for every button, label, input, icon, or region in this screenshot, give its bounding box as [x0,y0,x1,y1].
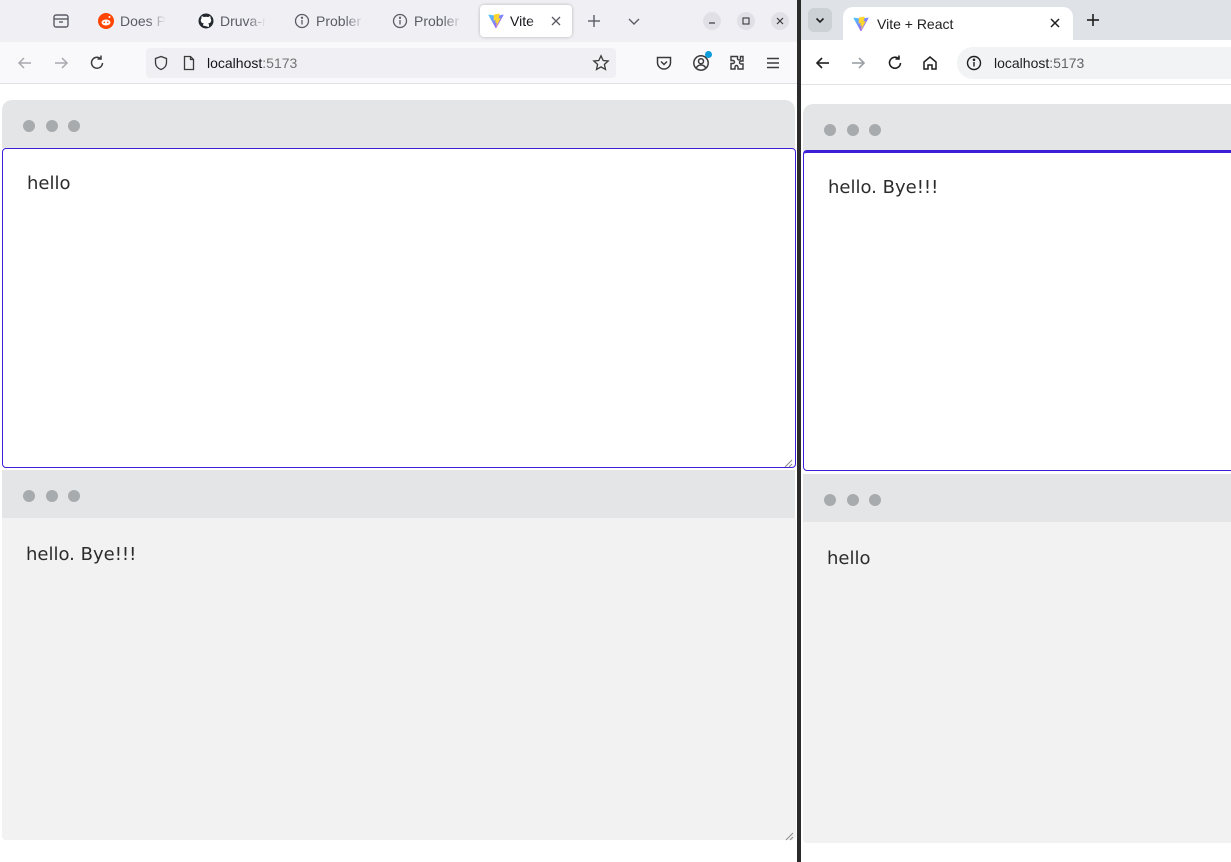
window-dot [46,490,58,502]
tab-overview-icon[interactable] [52,12,70,30]
reload-icon[interactable] [886,54,904,72]
forward-icon[interactable] [52,54,70,72]
editor-textarea[interactable]: hello. Bye!!! [803,150,1231,471]
preview-pane-header [2,470,795,518]
close-window-icon[interactable] [771,12,789,30]
tab-title: Probler [414,13,460,29]
chrome-omnibox[interactable]: localhost:5173 [957,47,1231,79]
back-icon[interactable] [16,54,34,72]
preview-text: hello [827,548,871,569]
new-tab-icon[interactable] [586,13,602,29]
url-text: localhost:5173 [207,55,297,71]
firefox-tab-problem-2[interactable]: Probler [384,5,474,37]
extensions-icon[interactable] [728,54,746,72]
firefox-tab-vite[interactable]: Vite [480,5,572,37]
list-all-tabs-icon[interactable] [626,13,642,29]
window-dot [847,124,859,136]
chrome-tab-bar: Vite + React [801,0,1231,40]
github-icon [198,13,214,29]
url-host: localhost [207,55,263,71]
window-dot [869,124,881,136]
editor-text: hello [27,173,71,194]
window-dot [824,494,836,506]
firefox-url-bar[interactable]: localhost:5173 [146,48,616,78]
vite-logo-icon [488,13,504,29]
back-icon[interactable] [814,54,832,72]
resize-grip-icon[interactable] [784,828,794,841]
preview-pane-header [803,474,1231,522]
firefox-page-content: hello hello. Bye!!! [0,85,797,862]
page-icon [181,55,197,71]
reload-icon[interactable] [88,54,106,72]
editor-pane-header [2,100,795,148]
window-dot [23,120,35,132]
firefox-tab-github[interactable]: Druva-r [190,5,280,37]
close-tab-icon[interactable] [550,15,562,27]
window-dot [824,124,836,136]
firefox-window: Does Pl Druva-r Probler Probler Vite loc… [0,0,797,862]
site-info-icon[interactable] [966,55,982,71]
window-dot [68,120,80,132]
bookmark-star-icon[interactable] [592,54,610,72]
forward-icon[interactable] [849,54,867,72]
home-icon[interactable] [921,54,939,72]
tab-search-icon[interactable] [808,8,832,32]
tab-title: Vite [510,13,534,29]
chrome-tab-vite-react[interactable]: Vite + React [843,7,1073,40]
url-host: localhost [994,55,1050,71]
preview-text: hello. Bye!!! [26,544,137,565]
maximize-icon[interactable] [737,12,755,30]
tab-title: Vite + React [877,15,954,32]
info-icon [392,13,408,29]
preview-pane: hello [803,522,1231,843]
chrome-page-content: hello. Bye!!! hello [801,86,1231,862]
chrome-window: Vite + React localhost:5173 hello. Bye!!… [801,0,1231,862]
firefox-tab-problem-1[interactable]: Probler [286,5,376,37]
new-tab-icon[interactable] [1085,12,1101,28]
shield-icon[interactable] [153,55,169,71]
close-tab-icon[interactable] [1049,17,1061,29]
url-text: localhost:5173 [994,55,1084,71]
window-dot [23,490,35,502]
url-port: :5173 [262,55,298,71]
resize-grip-icon[interactable] [783,455,793,468]
account-icon[interactable] [692,51,712,72]
tab-title: Druva-r [220,13,266,29]
firefox-tab-reddit[interactable]: Does Pl [90,5,180,37]
editor-textarea[interactable]: hello [2,148,796,468]
menu-icon[interactable] [764,54,782,72]
window-dot [869,494,881,506]
reddit-icon [98,13,114,29]
pocket-icon[interactable] [655,54,673,72]
info-icon [294,13,310,29]
minimize-icon[interactable] [703,12,721,30]
tab-title: Does Pl [120,13,166,29]
window-dot [847,494,859,506]
editor-text: hello. Bye!!! [828,177,939,198]
tab-title: Probler [316,13,362,29]
window-dot [68,490,80,502]
url-port: :5173 [1049,55,1085,71]
firefox-tab-bar: Does Pl Druva-r Probler Probler Vite [0,0,797,42]
editor-pane-header [803,104,1231,152]
vite-logo-icon [853,16,869,32]
preview-pane: hello. Bye!!! [2,518,796,841]
window-dot [46,120,58,132]
